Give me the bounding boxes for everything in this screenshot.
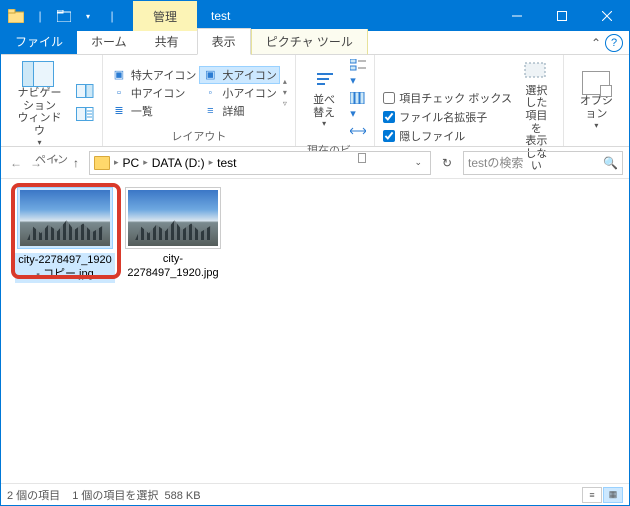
qat-separator: | — [29, 5, 51, 27]
layout-extra-large[interactable]: ▣特大アイコン — [111, 67, 196, 83]
group-pane: ナビゲーション ウィンドウ ▾ ペイン — [1, 55, 103, 146]
search-icon: 🔍 — [603, 156, 618, 170]
tab-share[interactable]: 共有 — [141, 29, 193, 54]
address-bar[interactable]: ▸ PC ▸ DATA (D:) ▸ test ⌄ — [89, 151, 431, 175]
list-icon: ≣ — [111, 104, 127, 118]
group-show-hide: 項目チェック ボックス ファイル名拡張子 隠しファイル 選択した項目を 表示しな… — [375, 55, 564, 146]
file-name: city-2278497_1920.jpg — [127, 253, 218, 279]
qat-item[interactable] — [53, 5, 75, 27]
status-item-count: 2 個の項目 — [7, 487, 60, 503]
group-by-icon[interactable]: ▾ — [350, 59, 366, 87]
ribbon-collapse-icon[interactable]: ⌃ — [591, 36, 601, 50]
details-icon: ≡ — [202, 104, 218, 118]
tab-file[interactable]: ファイル — [1, 29, 77, 54]
search-input[interactable]: testの検索 🔍 — [463, 151, 623, 175]
address-dropdown-icon[interactable]: ⌄ — [410, 157, 426, 168]
file-list[interactable]: city-2278497_1920 - コピー.jpg city-2278497… — [1, 179, 629, 483]
nav-pane-icon — [22, 61, 56, 87]
chevron-right-icon[interactable]: ▸ — [209, 157, 214, 168]
options-button[interactable]: オプション ▾ — [572, 69, 621, 131]
maximize-button[interactable] — [539, 1, 584, 31]
help-icon[interactable]: ? — [605, 34, 623, 52]
layout-small[interactable]: ◦小アイコン — [202, 85, 276, 101]
tab-picture-tools[interactable]: ピクチャ ツール — [251, 29, 368, 55]
small-icon: ◦ — [202, 86, 218, 100]
details-pane-icon[interactable] — [76, 107, 94, 124]
list-item[interactable]: city-2278497_1920.jpg — [123, 187, 223, 281]
check-hidden[interactable]: 隠しファイル — [383, 128, 512, 144]
layout-medium[interactable]: ▫中アイコン — [111, 85, 196, 101]
contextual-tab-label: 管理 — [133, 1, 197, 31]
history-dropdown-icon[interactable]: ▾ — [47, 156, 65, 170]
explorer-icon — [5, 5, 27, 27]
medium-icon: ▫ — [111, 86, 127, 100]
check-item-checkboxes[interactable]: 項目チェック ボックス — [383, 90, 512, 106]
sort-icon — [313, 70, 335, 94]
nav-pane-button[interactable]: ナビゲーション ウィンドウ ▾ — [9, 59, 70, 149]
up-button[interactable]: ↑ — [67, 156, 85, 170]
tab-view[interactable]: 表示 — [197, 28, 251, 55]
group-label-layout: レイアウト — [111, 126, 287, 144]
view-details-button[interactable]: ≡ — [582, 487, 602, 503]
close-button[interactable] — [584, 1, 629, 31]
group-options: オプション ▾ — [564, 55, 629, 146]
layout-large[interactable]: ▣大アイコン — [199, 66, 279, 84]
extra-large-icon: ▣ — [111, 68, 127, 82]
qat-separator: | — [101, 5, 123, 27]
size-columns-icon[interactable] — [350, 125, 366, 140]
status-bar: 2 個の項目 1 個の項目を選択 588 KB ≡ ▦ — [1, 483, 629, 505]
sort-button[interactable]: 並べ替え ▾ — [304, 68, 344, 130]
dialog-launcher-icon[interactable] — [358, 153, 366, 163]
ribbon: ナビゲーション ウィンドウ ▾ ペイン ▣特大アイコン ▣大アイコン ▫中アイコ… — [1, 55, 629, 147]
thumbnail — [125, 187, 221, 249]
list-item[interactable]: city-2278497_1920 - コピー.jpg — [15, 187, 115, 283]
refresh-button[interactable]: ↻ — [435, 151, 459, 175]
chevron-right-icon[interactable]: ▸ — [114, 157, 119, 168]
navigation-bar: ← → ▾ ↑ ▸ PC ▸ DATA (D:) ▸ test ⌄ ↻ test… — [1, 147, 629, 179]
thumbnail — [17, 187, 113, 249]
layout-list[interactable]: ≣一覧 — [111, 103, 196, 119]
group-layout: ▣特大アイコン ▣大アイコン ▫中アイコン ◦小アイコン ≣一覧 ≡詳細 ▴ ▾… — [103, 55, 296, 146]
qat-dropdown-icon[interactable]: ▾ — [77, 5, 99, 27]
breadcrumb-drive[interactable]: DATA (D:) — [152, 156, 205, 170]
add-columns-icon[interactable]: ▾ — [350, 92, 366, 120]
minimize-button[interactable] — [494, 1, 539, 31]
breadcrumb-folder[interactable]: test — [217, 156, 236, 170]
ribbon-tabs: ファイル ホーム 共有 表示 ピクチャ ツール ⌃ ? — [1, 31, 629, 55]
title-bar: | ▾ | 管理 test — [1, 1, 629, 31]
window-title: test — [197, 1, 494, 31]
hide-selected-icon — [523, 61, 549, 85]
chevron-down-icon: ▾ — [594, 121, 598, 130]
breadcrumb-pc[interactable]: PC — [123, 156, 140, 170]
back-button[interactable]: ← — [7, 156, 25, 170]
chevron-down-icon: ▾ — [37, 138, 41, 147]
search-placeholder: testの検索 — [468, 154, 603, 171]
preview-pane-icon[interactable] — [76, 84, 94, 101]
scroll-up-icon[interactable]: ▴ — [283, 77, 287, 86]
options-icon — [582, 71, 610, 95]
group-current-view: 並べ替え ▾ ▾ ▾ 現在のビュー — [296, 55, 375, 146]
check-extensions[interactable]: ファイル名拡張子 — [383, 109, 512, 125]
tab-home[interactable]: ホーム — [77, 29, 141, 54]
forward-button[interactable]: → — [27, 156, 45, 170]
status-selection: 1 個の項目を選択 588 KB — [72, 487, 200, 503]
folder-icon — [94, 156, 110, 170]
chevron-right-icon[interactable]: ▸ — [143, 157, 148, 168]
gallery-expand-icon[interactable]: ▿ — [283, 99, 287, 108]
layout-details[interactable]: ≡詳細 — [202, 103, 276, 119]
scroll-down-icon[interactable]: ▾ — [283, 88, 287, 97]
large-icon: ▣ — [202, 68, 218, 82]
file-name: city-2278497_1920 - コピー.jpg — [15, 253, 115, 283]
view-icons-button[interactable]: ▦ — [603, 487, 623, 503]
chevron-down-icon: ▾ — [322, 119, 326, 128]
